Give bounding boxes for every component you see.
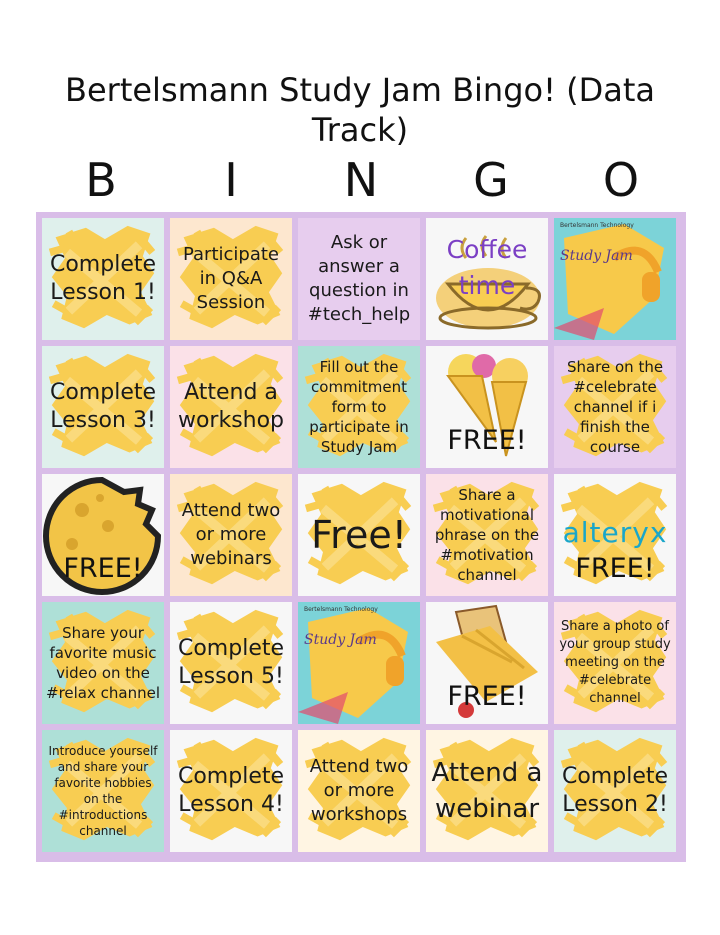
bingo-cell[interactable]: Share a motivational phrase on the #moti… (426, 474, 548, 596)
cell-text: Complete Lesson 5! (177, 636, 285, 689)
headphones-poster-image (298, 602, 420, 724)
cell-text: Complete Lesson 3! (49, 380, 157, 433)
free-space-label: FREE! (447, 425, 527, 456)
bingo-cell[interactable]: alteryx FREE! (554, 474, 676, 596)
bingo-header: B I N G O (36, 150, 686, 210)
header-letter-i: I (224, 153, 238, 207)
cell-text: Attend a webinar (431, 758, 543, 824)
cell-text: Introduce yourself and share your favori… (48, 744, 158, 838)
cell-text: Ask or answer a question in #tech_help (307, 232, 411, 325)
header-letter-b: B (85, 153, 117, 207)
poster-caption: Bertelsmann Technology (560, 222, 634, 229)
poster-title: Study Jam (304, 632, 377, 648)
bingo-cell[interactable]: Free! (298, 474, 420, 596)
bingo-board: Complete Lesson 1! Participate in Q&A Se… (36, 212, 686, 862)
cell-text: Coffee time (446, 235, 528, 300)
header-letter-o: O (602, 153, 640, 207)
bingo-cell[interactable]: Fill out the commitment form to particip… (298, 346, 420, 468)
page-title: Bertelsmann Study Jam Bingo! (Data Track… (65, 71, 655, 149)
cell-text: Attend two or more workshops (309, 756, 409, 825)
cell-text: Share a motivational phrase on the #moti… (434, 486, 540, 584)
cell-text: Share your favorite music video on the #… (46, 624, 160, 702)
bingo-cell[interactable]: Attend two or more workshops (298, 730, 420, 852)
bingo-cell[interactable]: Attend a workshop (170, 346, 292, 468)
cell-text: Participate in Q&A Session (182, 244, 280, 313)
bingo-cell[interactable]: Participate in Q&A Session (170, 218, 292, 340)
cell-text: Complete Lesson 1! (49, 252, 157, 305)
cell-text: Share a photo of your group study meetin… (559, 619, 671, 706)
cell-text: Complete Lesson 2! (561, 764, 669, 817)
bingo-cell[interactable]: Attend two or more webinars (170, 474, 292, 596)
cell-text: Fill out the commitment form to particip… (309, 358, 409, 456)
alteryx-logo: alteryx (562, 516, 668, 549)
free-center-label: Free! (311, 513, 407, 557)
poster-caption: Bertelsmann Technology (304, 606, 378, 613)
bingo-cell[interactable]: Attend a webinar (426, 730, 548, 852)
bingo-cell[interactable]: Complete Lesson 5! (170, 602, 292, 724)
header-letter-n: N (343, 153, 379, 207)
header-letter-g: G (473, 153, 509, 207)
bingo-cell[interactable]: Complete Lesson 2! (554, 730, 676, 852)
bingo-cell[interactable]: Share your favorite music video on the #… (42, 602, 164, 724)
bingo-cell[interactable]: Complete Lesson 3! (42, 346, 164, 468)
bingo-cell[interactable]: Bertelsmann Technology Study Jam (298, 602, 420, 724)
bingo-cell[interactable]: Introduce yourself and share your favori… (42, 730, 164, 852)
free-space-label: FREE! (575, 553, 655, 584)
bingo-cell[interactable]: FREE! (426, 346, 548, 468)
bingo-cell[interactable]: Share on the #celebrate channel if i fin… (554, 346, 676, 468)
cell-text: Attend a workshop (177, 380, 285, 433)
bingo-cell[interactable]: Share a photo of your group study meetin… (554, 602, 676, 724)
free-space-label: FREE! (447, 681, 527, 712)
bingo-cell[interactable]: Complete Lesson 1! (42, 218, 164, 340)
bingo-cell[interactable]: FREE! (42, 474, 164, 596)
bingo-cell[interactable]: Ask or answer a question in #tech_help (298, 218, 420, 340)
cell-text: Share on the #celebrate channel if i fin… (566, 358, 664, 456)
cell-text: Attend two or more webinars (181, 500, 281, 569)
bingo-cell[interactable]: FREE! (426, 602, 548, 724)
headphones-poster-image (554, 218, 676, 340)
poster-title: Study Jam (560, 248, 633, 264)
cell-text: Complete Lesson 4! (177, 764, 285, 817)
bingo-cell[interactable]: Complete Lesson 4! (170, 730, 292, 852)
free-space-label: FREE! (63, 553, 143, 584)
bingo-cell[interactable]: Bertelsmann Technology Study Jam (554, 218, 676, 340)
bingo-cell[interactable]: Coffee time (426, 218, 548, 340)
